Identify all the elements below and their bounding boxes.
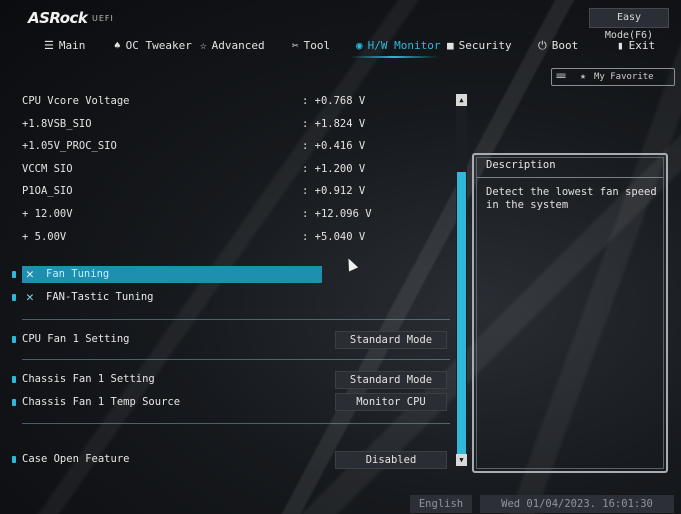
tab-oc-tweaker[interactable]: ♠ OC Tweaker (114, 36, 192, 56)
arrows-icon: ≡≡ (556, 71, 566, 82)
top-bar: ASRock UEFI Easy Mode(F6) (0, 0, 681, 41)
voltage-value: : +1.824 V (302, 118, 366, 130)
tab-label: Security (458, 39, 512, 52)
item-bullet (12, 271, 16, 278)
tab-advanced[interactable]: ☆ Advanced (200, 36, 265, 56)
voltage-label: +1.05V_PROC_SIO (22, 140, 117, 152)
item-bullet (12, 399, 16, 406)
main-nav: ☰ Main ♠ OC Tweaker ☆ Advanced ✂ Tool ◉ H/W M… (0, 36, 681, 56)
item-bullet (12, 336, 16, 343)
scrollbar-thumb[interactable] (457, 172, 466, 454)
voltage-value: : +0.768 V (302, 95, 366, 107)
voltage-value: : +12.096 V (302, 208, 372, 220)
item-bullet (12, 294, 16, 301)
setting-label: Case Open Feature (22, 453, 130, 465)
tab-label: Main (58, 39, 86, 52)
uefi-label: UEFI (92, 14, 114, 23)
wrench-icon: ✕ (26, 267, 34, 282)
voltage-row: + 12.00V : +12.096 V (22, 208, 442, 224)
tab-label: Tool (303, 39, 331, 52)
tab-hw-monitor[interactable]: ◉ H/W Monitor (356, 36, 440, 56)
tab-label: Advanced (211, 39, 265, 52)
active-tab-indicator (350, 56, 438, 58)
voltage-row: P1OA_SIO : +0.912 V (22, 185, 442, 201)
chassis-fan-temp-source-select[interactable]: Monitor CPU (335, 393, 447, 411)
fan-tuning-item[interactable]: ✕ Fan Tuning (22, 266, 322, 283)
fan-item-label: Fan Tuning (46, 268, 110, 280)
voltage-value: : +0.912 V (302, 185, 366, 197)
setting-label: Chassis Fan 1 Setting (22, 373, 155, 385)
voltage-row: +1.05V_PROC_SIO : +0.416 V (22, 140, 442, 156)
voltage-label: VCCM SIO (22, 163, 73, 175)
easy-mode-button[interactable]: Easy Mode(F6) (589, 8, 669, 41)
scroll-down-button[interactable]: ▼ (456, 454, 467, 466)
wrench-icon: ✕ (26, 290, 34, 305)
voltage-value: : +1.200 V (302, 163, 366, 175)
section-divider (22, 359, 450, 360)
item-bullet (12, 376, 16, 383)
voltage-row: VCCM SIO : +1.200 V (22, 163, 442, 179)
tab-main[interactable]: ☰ Main (44, 36, 85, 56)
setting-label: Chassis Fan 1 Temp Source (22, 396, 181, 408)
monitor-icon: ◉ (356, 39, 363, 52)
tab-label: Boot (551, 39, 579, 52)
favorite-label: My Favorite (594, 72, 654, 82)
voltage-label: + 5.00V (22, 231, 67, 243)
list-icon: ☰ (44, 39, 54, 52)
tab-label: Exit (628, 39, 656, 52)
power-icon: ⏻ (538, 39, 547, 52)
my-favorite-button[interactable]: ≡≡ ★ My Favorite (551, 68, 675, 86)
tab-label: OC Tweaker (125, 39, 192, 52)
voltage-row: CPU Vcore Voltage : +0.768 V (22, 95, 442, 111)
voltage-label: P1OA_SIO (22, 185, 73, 197)
voltage-value: : +5.040 V (302, 231, 366, 243)
asrock-logo: ASRock (28, 9, 88, 27)
tab-boot[interactable]: ⏻ Boot (538, 36, 578, 56)
tab-tool[interactable]: ✂ Tool (292, 36, 330, 56)
section-divider (22, 423, 450, 424)
voltage-label: CPU Vcore Voltage (22, 95, 130, 107)
item-bullet (12, 456, 16, 463)
voltage-label: + 12.00V (22, 208, 73, 220)
language-button[interactable]: English (410, 495, 472, 513)
star-icon: ★ (580, 71, 587, 82)
voltage-row: + 5.00V : +5.040 V (22, 231, 442, 247)
tab-security[interactable]: ■ Security (447, 36, 512, 56)
scroll-up-button[interactable]: ▲ (456, 94, 467, 106)
case-open-feature-select[interactable]: Disabled (335, 451, 447, 469)
description-title: Description (486, 159, 556, 171)
tools-icon: ✂ (292, 39, 299, 52)
cpu-fan-setting-select[interactable]: Standard Mode (335, 331, 447, 349)
voltage-row: +1.8VSB_SIO : +1.824 V (22, 118, 442, 134)
exit-icon: ▮ (617, 39, 624, 52)
description-divider (477, 177, 663, 178)
section-divider (22, 319, 450, 320)
chassis-fan-setting-select[interactable]: Standard Mode (335, 371, 447, 389)
voltage-value: : +0.416 V (302, 140, 366, 152)
star-icon: ☆ (200, 39, 207, 52)
fan-tastic-tuning-item[interactable]: ✕ FAN-Tastic Tuning (22, 289, 322, 306)
setting-label: CPU Fan 1 Setting (22, 333, 130, 345)
tab-label: H/W Monitor (367, 39, 441, 52)
tab-exit[interactable]: ▮ Exit (617, 36, 655, 56)
fan-item-label: FAN-Tastic Tuning (46, 291, 154, 303)
datetime-display: Wed 01/04/2023. 16:01:30 (480, 495, 674, 513)
shield-icon: ■ (447, 39, 454, 52)
description-text: Detect the lowest fan speed in the syste… (486, 186, 657, 211)
voltage-label: +1.8VSB_SIO (22, 118, 92, 130)
rocket-icon: ♠ (114, 39, 121, 52)
